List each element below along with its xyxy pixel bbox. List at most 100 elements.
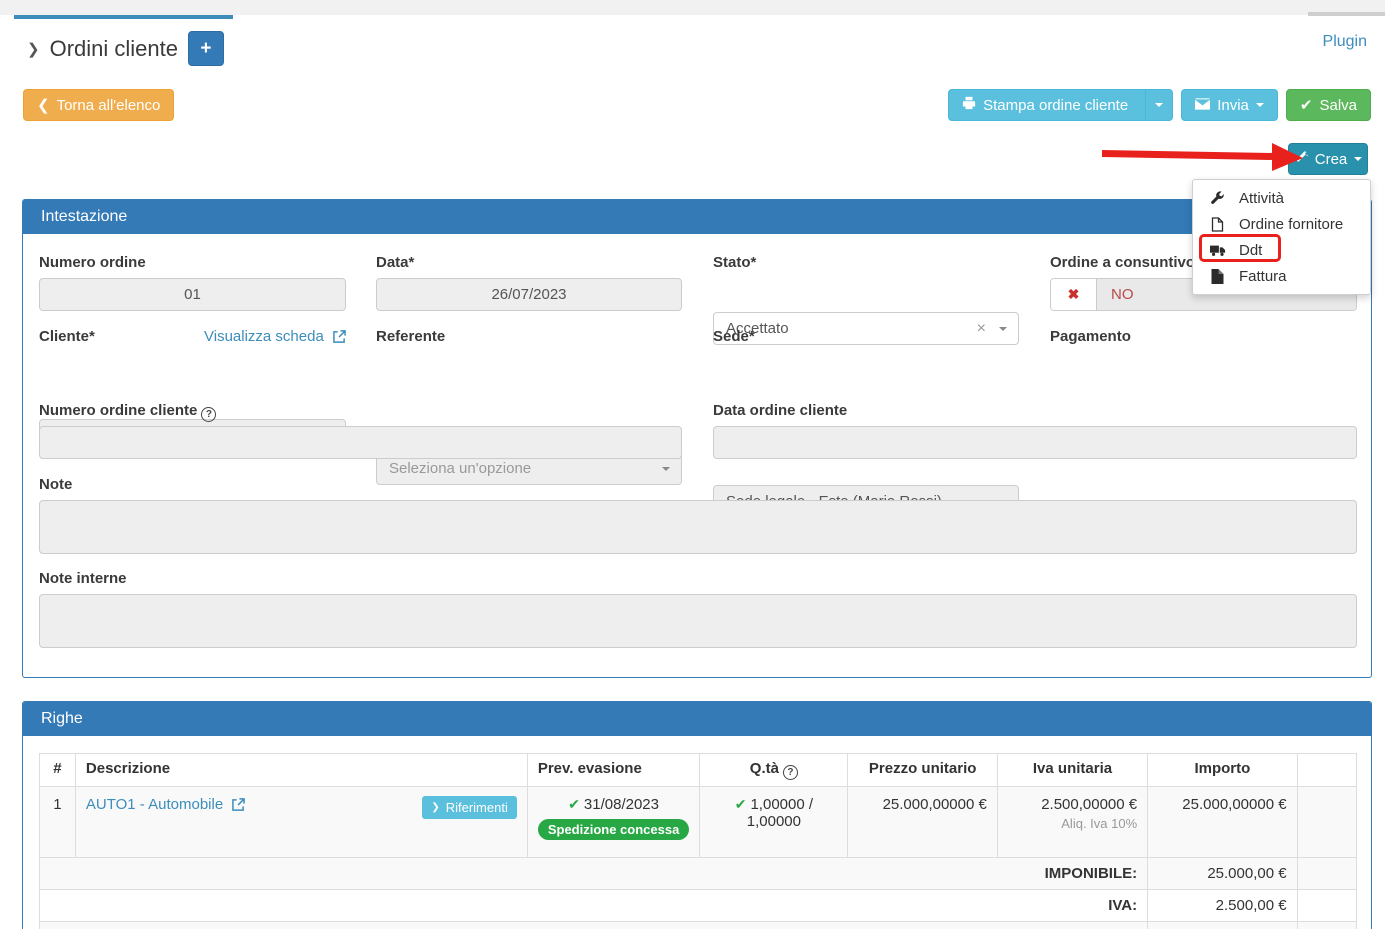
- print-dropdown-toggle[interactable]: [1145, 89, 1172, 121]
- col-header-iva-unitaria: Iva unitaria: [997, 754, 1147, 787]
- data-ordine-cliente-input[interactable]: [713, 426, 1357, 459]
- panel-intestazione-header: Intestazione: [23, 200, 1371, 234]
- truck-icon: [1209, 244, 1226, 257]
- numero-ordine-input: 01: [39, 278, 346, 311]
- print-order-button[interactable]: Stampa ordine cliente: [948, 89, 1173, 121]
- x-mark-icon[interactable]: ✖: [1051, 279, 1097, 310]
- col-header-actions: [1297, 754, 1356, 787]
- pagamento-label: Pagamento: [1050, 328, 1131, 345]
- file-solid-icon: [1209, 269, 1226, 284]
- plus-icon: +: [200, 38, 211, 60]
- qta-total: 1,00000: [710, 813, 837, 830]
- righe-table: # Descrizione Prev. evasione Q.tà? Prezz…: [39, 753, 1357, 929]
- send-label: Invia: [1217, 97, 1249, 114]
- iva-value: 2.500,00000 €: [1008, 796, 1137, 813]
- printer-icon: [962, 96, 976, 114]
- clear-icon[interactable]: ×: [977, 320, 986, 338]
- col-header-prezzo-unitario: Prezzo unitario: [848, 754, 997, 787]
- col-header-importo: Importo: [1148, 754, 1297, 787]
- check-icon: ✔: [568, 796, 580, 812]
- menu-item-label: Fattura: [1239, 268, 1287, 285]
- inactive-tab-edge: [1308, 12, 1385, 16]
- data-input: 26/07/2023: [376, 278, 682, 311]
- check-icon: ✔: [735, 796, 747, 812]
- wrench-icon: [1209, 191, 1226, 206]
- riferimenti-label: Riferimenti: [446, 800, 508, 815]
- tab-ordini-cliente[interactable]: ❯ Ordini cliente +: [14, 15, 233, 78]
- total-row-iva: IVA: 2.500,00 €: [40, 890, 1357, 922]
- send-button[interactable]: Invia: [1181, 89, 1278, 121]
- back-to-list-label: Torna all'elenco: [57, 97, 161, 114]
- file-outline-icon: [1209, 217, 1226, 232]
- create-button[interactable]: Crea: [1288, 143, 1368, 175]
- data-label: Data*: [376, 254, 414, 271]
- riferimenti-badge[interactable]: ❯ Riferimenti: [422, 796, 517, 819]
- row-number: 1: [40, 787, 76, 858]
- numero-ordine-cliente-input[interactable]: [39, 426, 682, 459]
- add-tab-button[interactable]: +: [188, 31, 224, 66]
- create-label: Crea: [1315, 151, 1348, 168]
- data-ordine-cliente-label: Data ordine cliente: [713, 402, 847, 419]
- total-row-partial: [40, 922, 1357, 929]
- menu-item-ddt[interactable]: Ddt: [1193, 237, 1370, 263]
- referente-label: Referente: [376, 328, 445, 345]
- col-header-qta: Q.tà?: [700, 754, 848, 787]
- save-button[interactable]: ✔ Salva: [1286, 89, 1371, 121]
- page-title: Ordini cliente: [50, 36, 178, 62]
- magic-wand-icon: [1294, 150, 1308, 168]
- caret-down-icon: [999, 327, 1007, 331]
- spedizione-badge: Spedizione concessa: [538, 819, 690, 840]
- col-header-num: #: [40, 754, 76, 787]
- qta-value: 1,00000 /: [750, 796, 813, 813]
- row-prev-evasione-cell: ✔31/08/2023 Spedizione concessa: [527, 787, 700, 858]
- numero-ordine-cliente-label: Numero ordine cliente?: [39, 402, 216, 422]
- toolbar-right: Stampa ordine cliente Invia ✔ Salva: [948, 89, 1371, 121]
- page: ❯ Ordini cliente + Plugin ❮ Torna all'el…: [0, 0, 1385, 929]
- imponibile-label: IMPONIBILE:: [40, 858, 1148, 890]
- ordine-consuntivo-label: Ordine a consuntivo: [1050, 254, 1195, 271]
- panel-righe-header: Righe: [23, 702, 1371, 736]
- menu-item-label: Attività: [1239, 190, 1284, 207]
- print-order-label: Stampa ordine cliente: [983, 97, 1128, 114]
- create-dropdown-menu: Attività Ordine fornitore Ddt Fattura: [1192, 179, 1371, 295]
- iva-total-value: 2.500,00 €: [1148, 890, 1297, 922]
- cliente-label: Cliente*: [39, 328, 95, 345]
- chevron-left-icon: ❮: [37, 96, 50, 114]
- note-textarea: [39, 500, 1357, 554]
- envelope-icon: [1195, 97, 1210, 114]
- article-label: AUTO1 - Automobile: [86, 796, 223, 813]
- plugin-link[interactable]: Plugin: [1323, 33, 1367, 51]
- sede-label: Sede*: [713, 328, 755, 345]
- chevron-right-icon: ❯: [27, 40, 40, 58]
- panel-righe: Righe # Descrizione Prev. evasione Q.tà?…: [22, 701, 1372, 929]
- row-descrizione-cell: AUTO1 - Automobile ❯ Riferimenti: [75, 787, 527, 858]
- menu-item-fattura[interactable]: Fattura: [1193, 263, 1370, 289]
- table-row: 1 AUTO1 - Automobile ❯ Riferim: [40, 787, 1357, 858]
- note-label: Note: [39, 476, 72, 493]
- stato-label: Stato*: [713, 254, 756, 271]
- referente-placeholder: Seleziona un'opzione: [389, 460, 531, 477]
- row-iva-cell: 2.500,00000 € Aliq. Iva 10%: [997, 787, 1147, 858]
- question-circle-icon[interactable]: ?: [201, 407, 216, 422]
- question-circle-icon[interactable]: ?: [783, 765, 798, 780]
- stato-select[interactable]: Accettato ×: [713, 312, 1019, 345]
- iva-label: IVA:: [40, 890, 1148, 922]
- chevron-right-icon: ❯: [431, 802, 439, 813]
- visualizza-scheda-link[interactable]: Visualizza scheda: [204, 328, 346, 347]
- row-importo-cell: 25.000,00000 €: [1148, 787, 1297, 858]
- menu-item-ordine-fornitore[interactable]: Ordine fornitore: [1193, 211, 1370, 237]
- menu-item-attivita[interactable]: Attività: [1193, 185, 1370, 211]
- top-strip: [0, 0, 1385, 15]
- col-header-descrizione: Descrizione: [75, 754, 527, 787]
- external-link-icon: [232, 798, 245, 815]
- row-actions-cell: [1297, 787, 1356, 858]
- external-link-icon: [333, 330, 346, 347]
- caret-down-icon: [1256, 103, 1264, 107]
- back-to-list-button[interactable]: ❮ Torna all'elenco: [23, 89, 174, 121]
- caret-down-icon: [1155, 103, 1163, 107]
- caret-down-icon: [662, 467, 670, 471]
- menu-item-label: Ddt: [1239, 242, 1262, 259]
- panel-intestazione: Intestazione Numero ordine 01 Data* 26/0…: [22, 199, 1372, 678]
- article-link[interactable]: AUTO1 - Automobile: [86, 796, 245, 815]
- aliquota-label: Aliq. Iva 10%: [1008, 816, 1137, 831]
